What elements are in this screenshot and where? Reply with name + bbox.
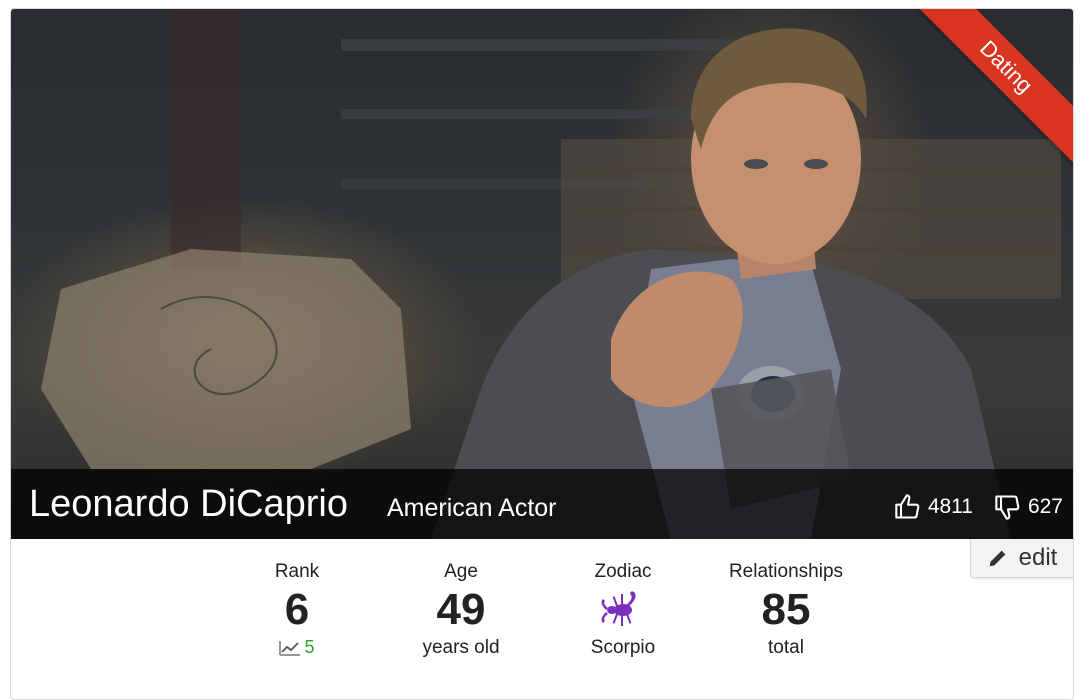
dislike-count: 627 bbox=[1027, 495, 1063, 518]
relationships-unit: total bbox=[768, 637, 804, 658]
relationships-stat: Relationships 85 total bbox=[716, 561, 856, 659]
hero-photo: Dating Leonardo DiCaprio American Actor … bbox=[11, 9, 1073, 539]
occupation: American Actor bbox=[387, 494, 557, 522]
rank-label: Rank bbox=[274, 561, 320, 582]
zodiac-sign: Scorpio bbox=[590, 637, 656, 658]
celebrity-card: Dating Leonardo DiCaprio American Actor … bbox=[10, 8, 1074, 700]
rank-trend: 5 bbox=[279, 637, 315, 658]
thumbs-down-icon bbox=[995, 495, 1020, 520]
age-stat: Age 49 years old bbox=[411, 561, 511, 659]
scorpio-icon bbox=[601, 591, 636, 626]
rank-trend-value: 5 bbox=[304, 637, 315, 657]
age-value: 49 bbox=[436, 585, 486, 634]
age-label: Age bbox=[444, 561, 478, 582]
age-unit: years old bbox=[422, 637, 500, 658]
rank-stat: Rank 6 5 bbox=[257, 561, 337, 662]
like-button[interactable]: 4811 bbox=[894, 493, 973, 521]
name-bar: Leonardo DiCaprio American Actor 4811 62… bbox=[11, 469, 1073, 539]
relationships-label: Relationships bbox=[728, 561, 844, 582]
celebrity-name: Leonardo DiCaprio bbox=[29, 483, 348, 525]
portrait-photo bbox=[41, 9, 1061, 539]
stats-row: Rank 6 5 Age 49 years old Zodiac Scorpio… bbox=[11, 561, 1073, 681]
like-count: 4811 bbox=[927, 495, 973, 518]
trending-up-icon bbox=[279, 640, 301, 656]
thumbs-up-icon bbox=[895, 494, 920, 519]
dislike-button[interactable]: 627 bbox=[994, 493, 1063, 521]
rank-value: 6 bbox=[284, 585, 310, 634]
zodiac-label: Zodiac bbox=[594, 561, 652, 582]
zodiac-stat: Zodiac Scorpio bbox=[571, 561, 675, 659]
relationships-value: 85 bbox=[761, 585, 811, 634]
